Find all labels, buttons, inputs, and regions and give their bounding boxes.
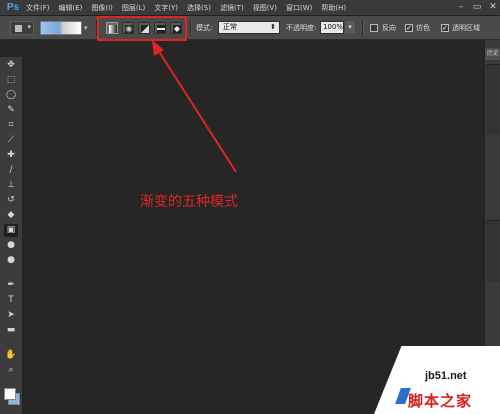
annotation-text: 渐变的五种模式 [140, 194, 238, 210]
watermark-name: 脚本之家 [408, 392, 473, 410]
watermark-site: jb51.net [425, 370, 467, 382]
